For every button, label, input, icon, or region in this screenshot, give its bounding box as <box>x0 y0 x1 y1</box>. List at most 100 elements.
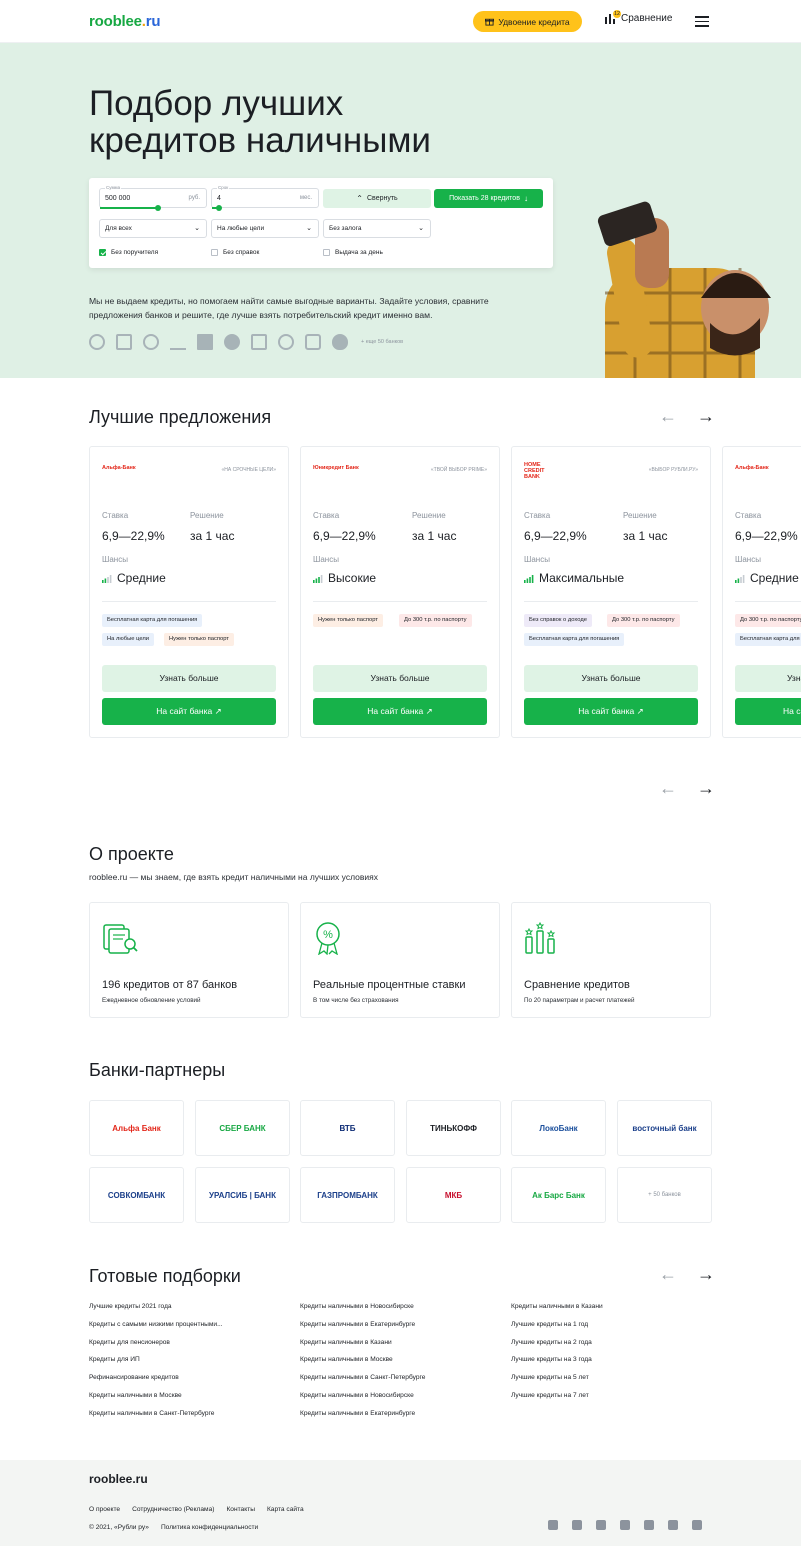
collection-link[interactable]: Кредиты для ИП <box>89 1355 223 1373</box>
collection-link[interactable]: Рефинансирование кредитов <box>89 1373 223 1391</box>
collection-link[interactable]: Лучшие кредиты на 7 лет <box>511 1391 603 1409</box>
half-circle-logo-icon <box>224 334 240 350</box>
audience-select[interactable]: Для всех ⌄ <box>99 219 207 238</box>
collection-link[interactable]: Кредиты для пенсионеров <box>89 1338 223 1356</box>
no-guarantor-checkbox[interactable]: Без поручителя <box>99 249 158 256</box>
sum-field[interactable]: Сумма 500 000 руб. <box>99 185 207 211</box>
term-label: Срок <box>217 185 230 190</box>
term-slider-handle[interactable] <box>216 205 222 211</box>
footer-link-about[interactable]: О проекте <box>89 1506 120 1513</box>
go-to-bank-button[interactable]: На сайт банка ↗ <box>524 698 698 725</box>
offer-bank-logo: Юникредит Банк <box>313 465 359 471</box>
privacy-policy-link[interactable]: Политика конфиденциальности <box>161 1524 258 1531</box>
partner-bank-card[interactable]: восточный банк <box>617 1100 712 1156</box>
twitter-icon[interactable] <box>644 1520 654 1530</box>
collection-link[interactable]: Кредиты с самыми низкими процентными... <box>89 1320 223 1338</box>
learn-more-button[interactable]: Узнать больше <box>524 665 698 692</box>
feature-card: 196 кредитов от 87 банков Ежедневное обн… <box>89 902 289 1018</box>
double-credit-button[interactable]: Удвоение кредита <box>473 11 582 32</box>
purpose-select[interactable]: На любые цели ⌄ <box>211 219 319 238</box>
footer-link-partnership[interactable]: Сотрудничество (Реклама) <box>132 1506 214 1513</box>
more-banks-link[interactable]: + еще 50 банков <box>361 339 403 345</box>
collateral-select-value: Без залога <box>329 225 362 232</box>
term-field[interactable]: Срок 4 мес. <box>211 185 319 211</box>
partner-bank-card[interactable]: УРАЛСИБ | БАНК <box>195 1167 290 1223</box>
learn-more-button[interactable]: Узнать больше <box>313 665 487 692</box>
footer-link-sitemap[interactable]: Карта сайта <box>267 1506 304 1513</box>
collection-link[interactable]: Кредиты наличными в Казани <box>511 1302 603 1320</box>
go-to-bank-button[interactable]: На сайт банка ↗ <box>313 698 487 725</box>
sum-slider-handle[interactable] <box>155 205 161 211</box>
instagram-icon[interactable] <box>548 1520 558 1530</box>
site-header: rooblee.ru Удвоение кредита Сравнение 12 <box>0 0 801 43</box>
partner-bank-card[interactable]: + 50 банков <box>617 1167 712 1223</box>
collection-link[interactable]: Кредиты наличными в Екатеринбурге <box>300 1320 425 1338</box>
collateral-select[interactable]: Без залога ⌄ <box>323 219 431 238</box>
arrow-left-icon[interactable]: ← <box>659 1264 677 1285</box>
offer-chip: До 300 т.р. по паспорту <box>607 614 680 627</box>
arrow-right-icon[interactable]: → <box>697 778 715 799</box>
collection-link[interactable]: Кредиты наличными в Новосибирске <box>300 1391 425 1409</box>
arrow-left-icon[interactable]: ← <box>659 406 677 427</box>
rate-value: 6,9—22,9% <box>313 529 376 543</box>
collections-column-2: Кредиты наличными в Новосибирске Кредиты … <box>300 1302 425 1427</box>
svg-text:%: % <box>323 929 333 941</box>
hero-description: Мы не выдаем кредиты, но помогаем найти … <box>89 296 489 320</box>
collection-link[interactable]: Кредиты наличными в Санкт-Петербурге <box>300 1373 425 1391</box>
go-to-bank-label: На сайт банка <box>578 706 635 716</box>
youtube-icon[interactable] <box>668 1520 678 1530</box>
odnoklassniki-icon[interactable] <box>692 1520 702 1530</box>
collection-link[interactable]: Лучшие кредиты на 3 года <box>511 1355 603 1373</box>
collection-link[interactable]: Лучшие кредиты на 2 года <box>511 1338 603 1356</box>
collection-link[interactable]: Кредиты наличными в Новосибирске <box>300 1302 425 1320</box>
facebook-icon[interactable] <box>620 1520 630 1530</box>
collection-link[interactable]: Кредиты наличными в Казани <box>300 1338 425 1356</box>
arrow-right-icon[interactable]: → <box>697 1264 715 1285</box>
go-to-bank-button[interactable]: На сайт банка ↗ <box>102 698 276 725</box>
compare-label: Сравнение <box>621 13 673 24</box>
collection-link[interactable]: Кредиты наличными в Санкт-Петербурге <box>89 1409 223 1427</box>
footer-logo[interactable]: rooblee.ru <box>89 1472 148 1486</box>
partner-bank-card[interactable]: СБЕР БАНК <box>195 1100 290 1156</box>
page-title-line-1: Подбор лучших <box>89 84 344 123</box>
offer-divider <box>524 601 698 602</box>
collection-link[interactable]: Лучшие кредиты 2021 года <box>89 1302 223 1320</box>
collection-link[interactable]: Кредиты наличными в Екатеринбурге <box>300 1409 425 1427</box>
collection-link[interactable]: Лучшие кредиты на 5 лет <box>511 1373 603 1391</box>
footer-link-contacts[interactable]: Контакты <box>226 1506 254 1513</box>
same-day-checkbox[interactable]: Выдача за день <box>323 249 383 256</box>
offer-chip: Без справок о доходе <box>524 614 592 627</box>
collapse-button[interactable]: ⌃ Свернуть <box>323 189 431 208</box>
decision-value: за 1 час <box>623 529 668 543</box>
partner-bank-card[interactable]: Ак Барс Банк <box>511 1167 606 1223</box>
telegram-icon[interactable] <box>572 1520 582 1530</box>
menu-burger-icon[interactable] <box>695 16 709 27</box>
collection-link[interactable]: Кредиты наличными в Москве <box>89 1391 223 1409</box>
arrow-right-icon[interactable]: → <box>697 406 715 427</box>
partner-bank-card[interactable]: СОВКОМБАНК <box>89 1167 184 1223</box>
offer-chip: Нужен только паспорт <box>164 633 234 646</box>
signal-bars-icon <box>524 574 534 583</box>
no-certificates-checkbox[interactable]: Без справок <box>211 249 259 256</box>
show-credits-button[interactable]: Показать 28 кредитов ↓ <box>434 189 543 208</box>
purpose-select-value: На любые цели <box>217 225 265 232</box>
site-logo[interactable]: rooblee.ru <box>89 13 161 30</box>
partner-bank-card[interactable]: ГАЗПРОМБАНК <box>300 1167 395 1223</box>
offer-card: HOME CREDIT BANK «ВЫБОР РУБЛИ.РУ» Ставка… <box>511 446 711 738</box>
partner-bank-card[interactable]: Альфа Банк <box>89 1100 184 1156</box>
collection-link[interactable]: Кредиты наличными в Москве <box>300 1355 425 1373</box>
chevron-up-icon: ⌃ <box>356 194 363 203</box>
sum-value: 500 000 <box>105 195 131 202</box>
vk-icon[interactable] <box>596 1520 606 1530</box>
partner-bank-card[interactable]: ТИНЬКОФФ <box>406 1100 501 1156</box>
partner-bank-card[interactable]: ЛокоБанк <box>511 1100 606 1156</box>
collection-link[interactable]: Лучшие кредиты на 1 год <box>511 1320 603 1338</box>
learn-more-button[interactable]: Узнать больше <box>735 665 801 692</box>
arrow-left-icon[interactable]: ← <box>659 778 677 799</box>
go-to-bank-button[interactable]: На сайт банка <box>735 698 801 725</box>
learn-more-button[interactable]: Узнать больше <box>102 665 276 692</box>
partner-bank-card[interactable]: ВТБ <box>300 1100 395 1156</box>
partner-bank-card[interactable]: МКБ <box>406 1167 501 1223</box>
offer-chip: Бесплатная карта для погашения <box>735 633 801 646</box>
offer-chip: До 300 т.р. по паспорту <box>735 614 801 627</box>
